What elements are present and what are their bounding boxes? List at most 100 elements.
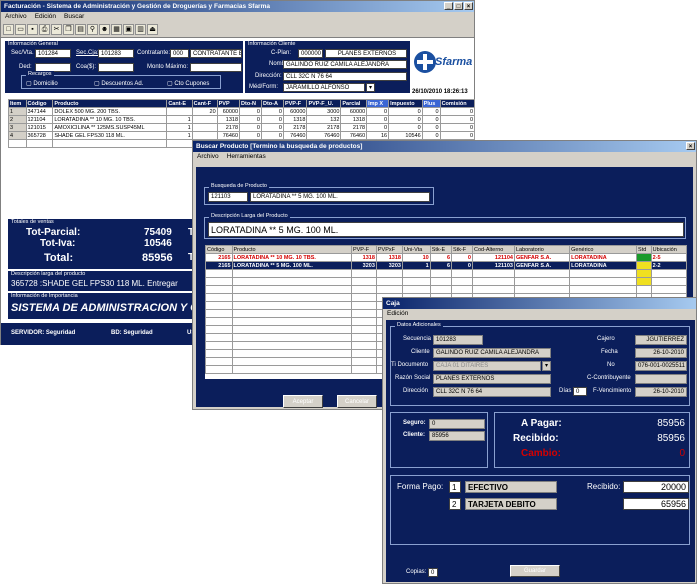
- buscar-cell[interactable]: 3203: [350, 261, 377, 270]
- buscar-cell[interactable]: 22071: [205, 349, 233, 358]
- buscar-cell[interactable]: 2082: [205, 325, 233, 334]
- tidoc-dropdown[interactable]: ▾: [542, 361, 551, 371]
- buscar-cell[interactable]: LORATADINA: [569, 261, 638, 270]
- buscar-cell[interactable]: VARIOS: [513, 285, 571, 294]
- buscar-cell[interactable]: 92032: [350, 317, 377, 326]
- table-cell[interactable]: 1318: [282, 115, 308, 124]
- buscar-cell[interactable]: 0: [451, 277, 473, 286]
- table-cell[interactable]: 0: [366, 107, 390, 116]
- buscar-cell[interactable]: LORATADINA+PSE: [569, 285, 638, 294]
- grid-header[interactable]: Producto: [52, 99, 168, 108]
- table-cell[interactable]: 0: [388, 123, 423, 132]
- table-cell[interactable]: [166, 139, 193, 148]
- open-icon[interactable]: ▭: [15, 24, 26, 35]
- monto2-field[interactable]: 65956: [623, 498, 689, 510]
- buscar-cell[interactable]: 0: [429, 277, 453, 286]
- buscar-cell[interactable]: 22068: [205, 365, 233, 374]
- table-cell[interactable]: [191, 115, 218, 124]
- buscar-close-button[interactable]: ×: [686, 142, 695, 150]
- table-cell[interactable]: LORATADINA ** 10 MG. 10 TBS.: [52, 115, 168, 124]
- grid-header[interactable]: Comisión: [439, 99, 476, 108]
- buscar-menu-herramientas[interactable]: Herramientas: [227, 152, 266, 162]
- buscar-cell[interactable]: 18814: [350, 293, 377, 302]
- buscar-row[interactable]: 3975 LORACERT 10 MG. 10 TBS. 26149 26149 10 0…: [205, 269, 687, 278]
- desc-field[interactable]: LORATADINA ** 5 MG. 100 ML.: [208, 222, 684, 237]
- table-cell[interactable]: 0: [239, 131, 262, 140]
- guardar-button[interactable]: Guardar: [510, 565, 560, 577]
- monto1-field[interactable]: 20000: [623, 481, 689, 493]
- buscar-cell[interactable]: 628: [350, 349, 377, 358]
- table-cell[interactable]: 0: [388, 107, 423, 116]
- buscar-grid-header[interactable]: Cod-Alterno: [471, 245, 515, 254]
- table-cell[interactable]: 0: [439, 131, 476, 140]
- table-cell[interactable]: 121015: [25, 123, 54, 132]
- buscar-cell[interactable]: 25287: [350, 277, 377, 286]
- descuentos-checkbox[interactable]: ▢ Descuentos Ad.: [94, 80, 143, 87]
- table-cell[interactable]: 0: [421, 131, 441, 140]
- buscar-cell[interactable]: [636, 269, 652, 278]
- table-cell[interactable]: 0: [239, 123, 262, 132]
- table-cell[interactable]: 2178: [282, 123, 308, 132]
- buscar-row[interactable]: 3976 LORACERT 5 MG. JBE. 100 ML. 25287 2528…: [205, 277, 687, 286]
- table-cell[interactable]: 0: [439, 107, 476, 116]
- buscar-cell[interactable]: 3976: [205, 277, 233, 286]
- buscar-cell[interactable]: 186082: [471, 277, 515, 286]
- buscar-cell[interactable]: 0: [429, 269, 453, 278]
- table-cell[interactable]: 3000: [306, 107, 342, 116]
- buscar-cell[interactable]: [471, 285, 515, 294]
- buscar-menu-archivo[interactable]: Archivo: [197, 152, 219, 162]
- buscar-cell[interactable]: 1865: [350, 365, 377, 374]
- table-cell[interactable]: 121104: [25, 115, 54, 124]
- buscar-cell[interactable]: LORATADINA ** 5 MG 100 ML(INS): [231, 365, 352, 374]
- buscar-cell[interactable]: 2084: [205, 341, 233, 350]
- table-cell[interactable]: 0: [260, 123, 284, 132]
- buscar-cell[interactable]: 14173: [350, 325, 377, 334]
- buscar-cell[interactable]: LORACERT-P JBE. 60 ML.: [231, 285, 352, 294]
- direccion-field[interactable]: CLL 32C N 76 64: [283, 72, 407, 81]
- table-cell[interactable]: 0: [421, 123, 441, 132]
- paste-icon[interactable]: ▤: [75, 24, 86, 35]
- minimize-button[interactable]: _: [444, 2, 453, 10]
- buscar-cell[interactable]: 2083: [205, 333, 233, 342]
- buscar-cell[interactable]: LA SANTE S.A.: [513, 269, 571, 278]
- busqueda-name-field[interactable]: LORATADINA ** 5 MG. 100 ML.: [250, 192, 430, 202]
- buscar-cell[interactable]: LORACERT 5 MG. JBE. 100 ML.: [231, 277, 352, 286]
- caja-titlebar[interactable]: Caja: [383, 298, 696, 309]
- buscar-grid-header[interactable]: Laboratorio: [513, 245, 571, 254]
- razon-social-field[interactable]: PLANES EXTERNOS: [433, 374, 551, 384]
- print-icon[interactable]: ⎙: [39, 24, 50, 35]
- table-cell[interactable]: 0: [421, 115, 441, 124]
- buscar-cell[interactable]: [650, 285, 687, 294]
- table-cell[interactable]: 76460: [216, 131, 241, 140]
- buscar-cell[interactable]: 2079: [205, 317, 233, 326]
- buscar-cell[interactable]: LORACERT 10 MG. 10 TBS.: [231, 269, 352, 278]
- buscar-cell[interactable]: 45: [350, 357, 377, 366]
- cplan-field[interactable]: PLANES EXTERNOS: [325, 49, 407, 58]
- table-cell[interactable]: 1318: [340, 115, 368, 124]
- no-field[interactable]: 076-001-0025511: [635, 361, 687, 371]
- buscar-cell[interactable]: LORATADINA: [569, 277, 638, 286]
- table-cell[interactable]: [166, 107, 193, 116]
- table-cell[interactable]: 0: [239, 115, 262, 124]
- buscar-grid-header[interactable]: PVPxF: [375, 245, 404, 254]
- buscar-cell[interactable]: 15635: [350, 341, 377, 350]
- f-vencimiento-field[interactable]: 26-10-2010: [635, 387, 687, 397]
- buscar-row[interactable]: 3977 LORACERT-P JBE. 60 ML. 24485 24485 1 0 0 V…: [205, 285, 687, 294]
- medico-field[interactable]: JARAMILLO ALFONSO: [283, 83, 365, 92]
- table-cell[interactable]: DOLEX 500 MG. 200 TBS.: [52, 107, 168, 116]
- buscar-cell[interactable]: LORAMINE 10 MG. 10 TBS.: [231, 293, 352, 302]
- buscar-cell[interactable]: 3203: [375, 261, 404, 270]
- buscar-cell[interactable]: 3977: [205, 285, 233, 294]
- buscar-cell[interactable]: 16535: [350, 333, 377, 342]
- buscar-cell[interactable]: LORAMINE-R JBE 60 ML.: [231, 341, 352, 350]
- buscar-grid-header[interactable]: PVP-F: [350, 245, 377, 254]
- table-cell[interactable]: 2178: [340, 123, 368, 132]
- secuencia-field[interactable]: 101283: [433, 335, 483, 345]
- buscar-cell[interactable]: 3975: [205, 269, 233, 278]
- save-icon[interactable]: ▪: [27, 24, 38, 35]
- table-cell[interactable]: 4: [8, 131, 27, 140]
- cplan-code-field[interactable]: 000000: [298, 49, 323, 58]
- grid-header[interactable]: Item: [8, 99, 27, 108]
- buscar-cell[interactable]: 0: [451, 269, 473, 278]
- tidoc-field[interactable]: CAJA 01 DITAIRES: [433, 361, 541, 371]
